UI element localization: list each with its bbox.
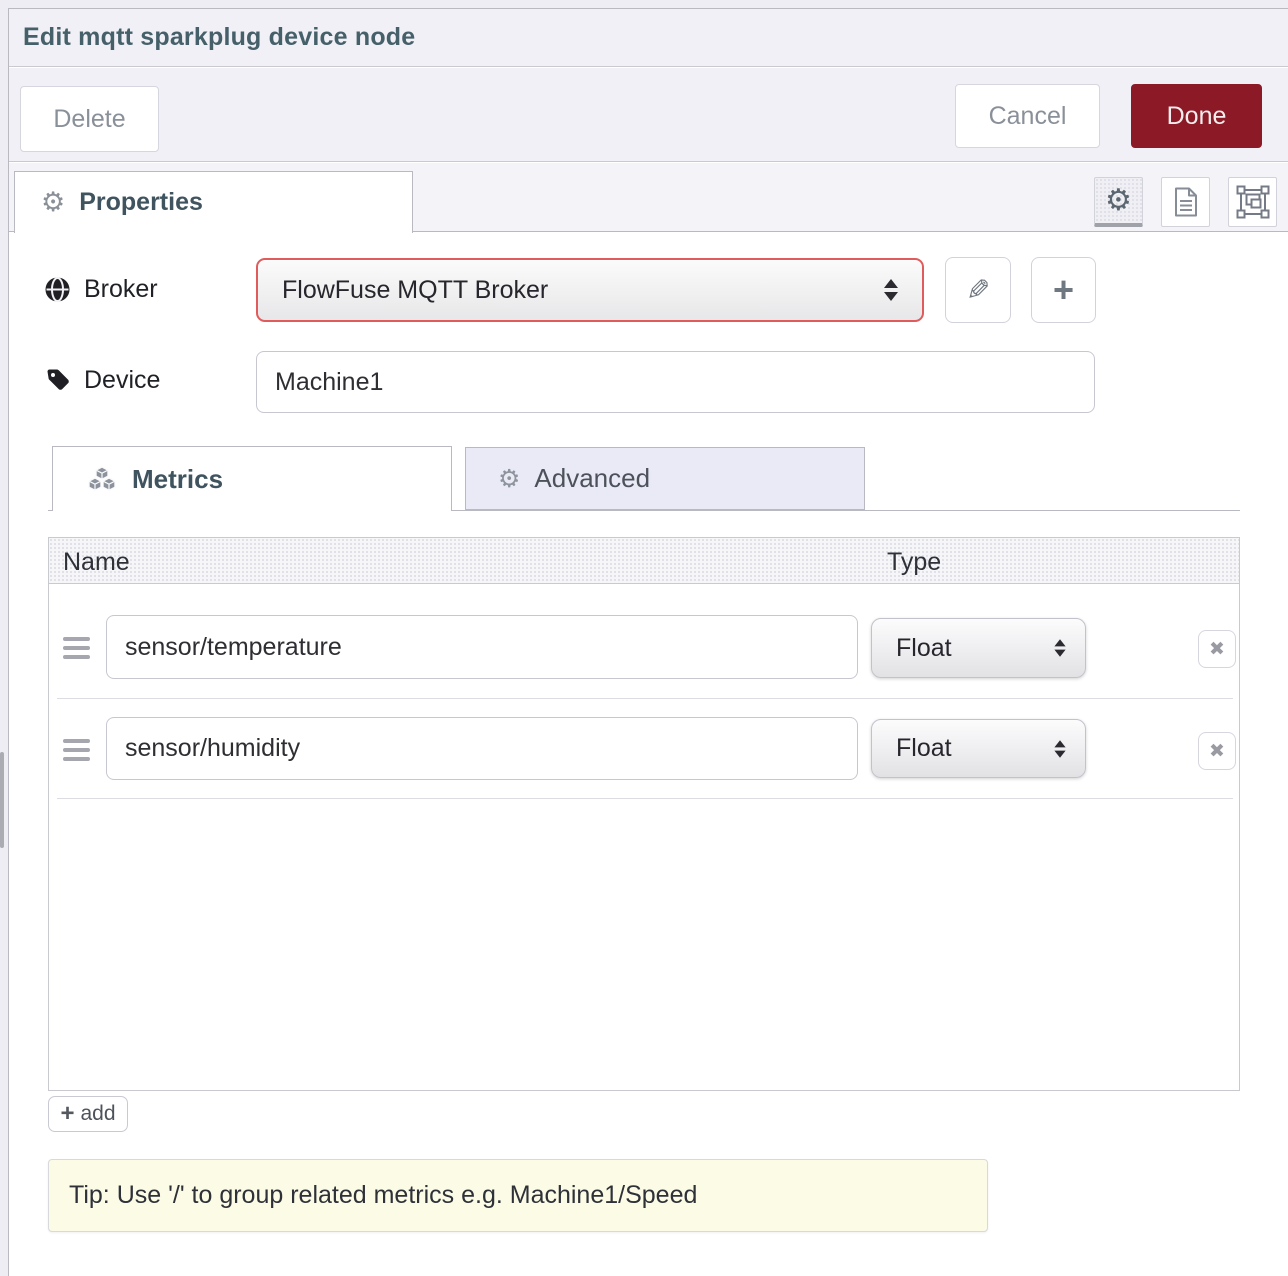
- device-input[interactable]: [256, 351, 1095, 413]
- tip-text: Tip: Use '/' to group related metrics e.…: [69, 1181, 697, 1210]
- pencil-icon: ✎: [966, 273, 990, 307]
- select-arrows-icon: [1054, 639, 1065, 657]
- gear-icon: ⚙: [498, 466, 520, 491]
- cubes-icon: [87, 466, 117, 493]
- broker-label: Broker: [44, 275, 158, 304]
- tab-properties[interactable]: ⚙ Properties: [14, 171, 413, 233]
- document-icon: [1173, 187, 1199, 217]
- tab-properties-label: Properties: [79, 188, 203, 217]
- node-settings-button[interactable]: ⚙: [1094, 177, 1143, 227]
- metric-name-input[interactable]: [106, 717, 858, 780]
- metrics-table-header: Name Type: [49, 538, 1239, 584]
- appearance-icon: [1236, 185, 1270, 219]
- add-broker-button[interactable]: +: [1031, 257, 1096, 323]
- metrics-table: Name Type Float ✖ Float ✖: [48, 537, 1240, 1091]
- tab-metrics-label: Metrics: [132, 464, 223, 495]
- tab-advanced[interactable]: ⚙ Advanced: [465, 447, 865, 510]
- drag-handle[interactable]: [63, 637, 90, 659]
- plus-icon: +: [60, 1102, 74, 1126]
- gear-icon: ⚙: [1105, 186, 1132, 216]
- select-arrows-icon: [884, 279, 898, 301]
- broker-select[interactable]: FlowFuse MQTT Broker: [256, 258, 924, 322]
- remove-metric-button[interactable]: ✖: [1198, 732, 1236, 770]
- dialog-title: Edit mqtt sparkplug device node: [23, 23, 415, 52]
- globe-icon: [44, 276, 71, 303]
- plus-icon: +: [1053, 272, 1074, 308]
- delete-button[interactable]: Delete: [20, 86, 159, 152]
- tag-icon: [46, 368, 71, 393]
- add-metric-button[interactable]: + add: [48, 1096, 128, 1132]
- row-divider: [57, 798, 1233, 799]
- close-icon: ✖: [1209, 740, 1225, 762]
- remove-metric-button[interactable]: ✖: [1198, 630, 1236, 668]
- tab-metrics[interactable]: Metrics: [52, 446, 452, 511]
- metric-type-select[interactable]: Float: [871, 719, 1086, 778]
- column-header-name: Name: [63, 548, 130, 577]
- metric-type-select[interactable]: Float: [871, 618, 1086, 678]
- device-label: Device: [46, 366, 160, 395]
- column-header-type: Type: [887, 548, 941, 577]
- tab-advanced-label: Advanced: [534, 463, 650, 494]
- tip-box: Tip: Use '/' to group related metrics e.…: [48, 1159, 988, 1232]
- description-button[interactable]: [1161, 177, 1210, 227]
- gear-icon: ⚙: [41, 189, 65, 216]
- metric-name-input[interactable]: [106, 615, 858, 679]
- edit-broker-button[interactable]: ✎: [945, 257, 1011, 323]
- cancel-button[interactable]: Cancel: [955, 84, 1100, 148]
- broker-select-value: FlowFuse MQTT Broker: [282, 276, 884, 305]
- close-icon: ✖: [1209, 638, 1225, 660]
- dialog-title-bar: Edit mqtt sparkplug device node: [9, 9, 1288, 67]
- done-button[interactable]: Done: [1131, 84, 1262, 148]
- row-divider: [57, 698, 1233, 699]
- edit-node-dialog: Edit mqtt sparkplug device node Delete C…: [0, 0, 1288, 1276]
- appearance-button[interactable]: [1228, 177, 1277, 227]
- drag-handle[interactable]: [63, 739, 90, 761]
- scrollbar-thumb[interactable]: [0, 752, 4, 848]
- select-arrows-icon: [1054, 740, 1065, 758]
